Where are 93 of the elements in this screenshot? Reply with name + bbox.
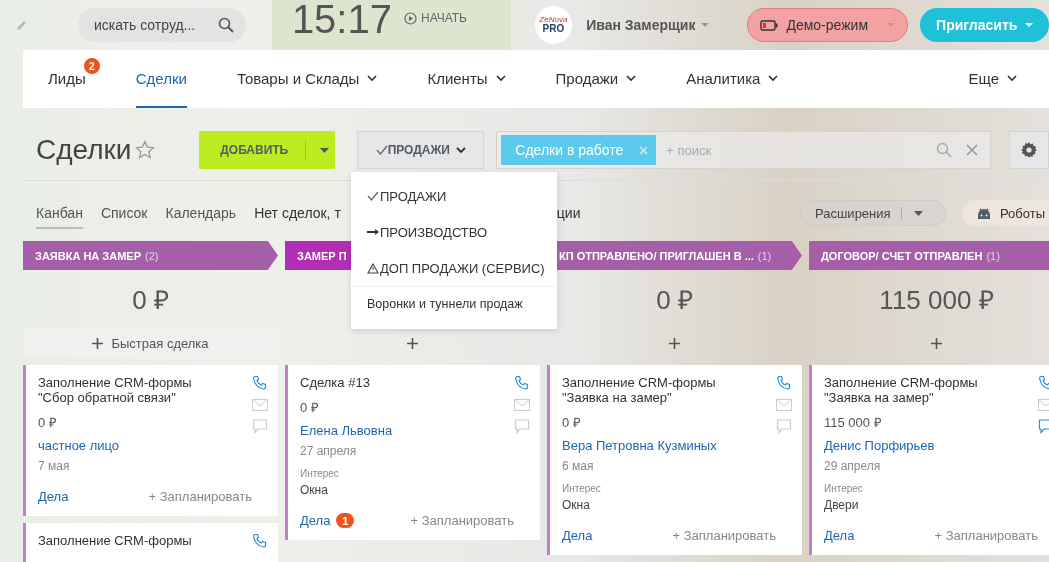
deal-card[interactable]: Заполнение CRM-формы xyxy=(23,523,278,562)
menu-item[interactable]: ПРОДАЖИ xyxy=(351,178,557,214)
activities-link[interactable]: Дела xyxy=(300,513,331,528)
notice-text: ции xyxy=(556,205,581,221)
settings-button[interactable] xyxy=(1009,131,1049,169)
nav-tab[interactable]: Клиенты xyxy=(427,50,506,108)
warning-icon xyxy=(367,262,379,274)
nav-tab[interactable]: Еще xyxy=(968,50,1017,108)
search-icon[interactable] xyxy=(217,17,234,33)
plus-icon xyxy=(92,337,104,349)
nav-tab[interactable]: Товары и Склады xyxy=(236,50,378,108)
search-input[interactable]: + поиск xyxy=(664,141,929,159)
add-button[interactable]: ДОБАВИТЬ xyxy=(199,131,336,169)
view-tab[interactable]: Календарь xyxy=(165,205,237,229)
notice-text: Нет сделок, т xyxy=(254,205,341,221)
robots-button[interactable]: Роботы xyxy=(961,200,1049,226)
demo-mode-button[interactable]: Демо-режим xyxy=(747,8,909,42)
stage-total: 0 ₽ xyxy=(655,284,694,317)
activities-link[interactable]: Дела xyxy=(562,528,593,543)
plus-icon[interactable] xyxy=(931,337,942,349)
deal-card[interactable]: Заполнение CRM-формы "Заявка на замер" 115 000 ₽ Денис Порфирьев 29 апреля Интерес Двери Дела + Запланировать xyxy=(809,365,1049,555)
stage-header[interactable]: ЗАЯВКА НА ЗАМЕР (2) xyxy=(23,241,278,270)
field-value: Двери xyxy=(824,498,860,512)
contact-link[interactable]: Елена Львовна xyxy=(300,423,514,438)
caret-icon[interactable] xyxy=(320,147,330,153)
nav-tab[interactable]: Сделки xyxy=(135,50,187,108)
check-icon xyxy=(367,191,379,201)
deal-date: 27 апреля xyxy=(300,444,358,458)
stage-total: 0 ₽ xyxy=(131,284,170,317)
extensions-button[interactable]: Расширения xyxy=(799,200,946,226)
plan-link[interactable]: + Запланировать xyxy=(410,513,514,528)
plan-link[interactable]: + Запланировать xyxy=(672,528,776,543)
deal-amount: 115 000 ₽ xyxy=(824,414,883,431)
star-icon[interactable] xyxy=(135,140,156,160)
field-label: Интерес xyxy=(300,468,340,479)
deal-title[interactable]: Сделка #13 xyxy=(300,375,480,390)
deal-card[interactable]: Сделка #13 0 ₽ Елена Львовна 27 апреля Интерес Окна Дела 1 + Запланировать xyxy=(285,365,540,540)
user-menu[interactable]: Иван Замерщик xyxy=(586,17,710,33)
contact-link[interactable]: Вера Петровна Кузминых xyxy=(562,438,776,453)
deal-title[interactable]: Заполнение CRM-формы xyxy=(38,533,218,548)
phone-icon[interactable] xyxy=(776,375,792,391)
deal-amount: 0 ₽ xyxy=(562,414,582,431)
deal-card[interactable]: Заполнение CRM-формы "Сбор обратной связи" 0 ₽ частное лицо 7 мая Дела + Запланировать xyxy=(23,365,278,516)
deal-card[interactable]: Заполнение CRM-формы "Заявка на замер" 0 ₽ Вера Петровна Кузминых 6 мая Интерес Окна Дела + Запланировать xyxy=(547,365,802,555)
close-icon[interactable] xyxy=(966,144,979,156)
stage-header[interactable]: ДОГОВОР/ СЧЕТ ОТПРАВЛЕН (1) xyxy=(809,241,1049,270)
plus-icon[interactable] xyxy=(669,337,680,349)
deal-date: 29 апреля xyxy=(824,459,882,473)
field-value: Окна xyxy=(562,498,591,512)
deal-title[interactable]: Заполнение CRM-формы "Сбор обратной связи" xyxy=(38,375,218,405)
chevron-icon xyxy=(455,146,466,154)
deal-title[interactable]: Заполнение CRM-формы "Заявка на замер" xyxy=(562,375,742,405)
field-label: Интерес xyxy=(562,483,602,494)
deal-title[interactable]: Заполнение CRM-формы "Заявка на замер" xyxy=(824,375,1004,405)
count-badge: 2 xyxy=(83,58,100,74)
plan-link[interactable]: + Запланировать xyxy=(148,489,252,504)
settings-icon xyxy=(1020,141,1039,159)
nav-tab[interactable]: Лиды xyxy=(48,50,86,108)
field-label: Интерес xyxy=(824,483,864,494)
field-value: Окна xyxy=(300,483,329,497)
plan-link[interactable]: + Запланировать xyxy=(934,528,1038,543)
company-logo: ZeNova PRO xyxy=(534,6,573,44)
category-dropdown[interactable]: ПРОДАЖИ xyxy=(357,131,485,169)
activities-link[interactable]: Дела xyxy=(824,528,855,543)
play-icon xyxy=(404,11,417,25)
stage-total: 115 000 ₽ xyxy=(878,284,995,317)
phone-icon[interactable] xyxy=(514,375,530,391)
menu-item[interactable]: Воронки и туннели продаж xyxy=(351,287,557,321)
deal-amount: 0 ₽ xyxy=(38,414,58,431)
deal-date: 7 мая xyxy=(38,459,71,473)
check-icon xyxy=(375,145,388,155)
count-badge: 1 xyxy=(336,513,355,528)
activities-link[interactable]: Дела xyxy=(38,489,69,504)
robot-icon xyxy=(975,206,992,220)
deal-amount: 0 ₽ xyxy=(300,399,320,416)
nav-tab[interactable]: Аналитика xyxy=(686,50,779,108)
plus-icon[interactable] xyxy=(407,337,418,349)
quick-deal-button[interactable]: Быстрая сделка xyxy=(23,328,278,358)
view-tab[interactable]: Канбан xyxy=(36,205,83,229)
caret-icon[interactable] xyxy=(913,210,923,216)
contact-link[interactable]: Денис Порфирьев xyxy=(824,438,1038,453)
start-button[interactable]: НАЧАТЬ xyxy=(404,11,467,25)
nav-tab[interactable]: Продажи xyxy=(555,50,637,108)
arrow-icon xyxy=(367,229,379,235)
contact-link[interactable]: частное лицо xyxy=(38,438,252,453)
view-tab[interactable]: Список xyxy=(100,205,148,229)
search-field[interactable]: искать сотруд... xyxy=(77,8,246,42)
page-title: Сделки xyxy=(36,134,132,166)
clock-time: 15:17 xyxy=(291,0,392,42)
deal-date: 6 мая xyxy=(562,459,595,473)
phone-icon[interactable] xyxy=(252,375,268,391)
battery-icon xyxy=(760,19,779,31)
phone-icon[interactable] xyxy=(252,533,268,549)
